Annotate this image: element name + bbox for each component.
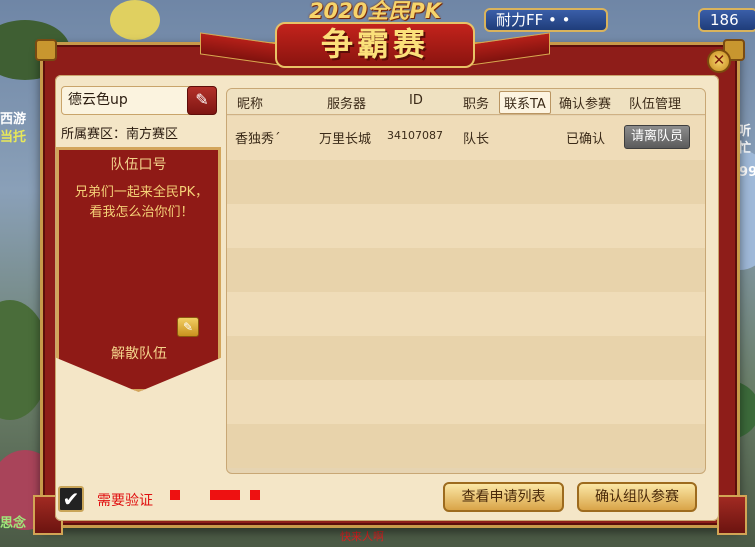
member-confirmed: 已确认 — [566, 132, 606, 147]
side-text-left-2: 当托 — [0, 130, 27, 145]
side-text-left-1: 西游 — [0, 112, 27, 127]
close-button[interactable]: ✕ — [707, 49, 731, 73]
chat-text-bottom-left: 思念 — [0, 516, 27, 531]
hud-number: 186 — [698, 8, 755, 32]
pencil-icon: ✎ — [182, 320, 194, 334]
team-zone: 所属赛区：南方赛区 — [61, 127, 179, 142]
confirm-join-button[interactable]: 确认组队参赛 — [577, 482, 697, 512]
edit-slogan-button[interactable]: ✎ — [177, 317, 199, 337]
table-row-empty — [227, 160, 705, 204]
slogan-text: 兄弟们一起来全民PK，看我怎么治你们！ — [74, 185, 209, 220]
frame-pillar-right — [717, 495, 747, 535]
frame-ornament — [35, 39, 57, 61]
table-row-empty — [227, 336, 705, 380]
header-id: ID — [409, 93, 423, 108]
header-manage: 队伍管理 — [629, 97, 682, 112]
member-server: 万里长城 — [319, 132, 372, 147]
view-applications-button[interactable]: 查看申请列表 — [443, 482, 564, 512]
redaction-mark — [250, 490, 260, 500]
table-header: 昵称 服务器 ID 职务 联系TA 确认参赛 队伍管理 — [227, 89, 705, 115]
table-row[interactable]: 香独秀ˊ 万里长城 34107087 队长 已确认 请离队员 — [227, 116, 705, 160]
verify-checkbox[interactable]: ✔ — [58, 486, 84, 512]
member-nickname: 香独秀ˊ — [235, 132, 281, 147]
verify-label: 需要验证 — [97, 493, 153, 509]
header-role: 职务 — [463, 97, 490, 112]
member-table: 昵称 服务器 ID 职务 联系TA 确认参赛 队伍管理 香独秀ˊ 万里长城 34… — [226, 88, 706, 474]
redaction-mark — [170, 490, 180, 500]
table-row-empty — [227, 424, 705, 468]
banner-title: 争霸赛 — [275, 22, 475, 68]
kick-member-button[interactable]: 请离队员 — [624, 125, 690, 149]
table-row-empty — [227, 204, 705, 248]
scenery-character-top — [110, 0, 160, 40]
header-nickname: 昵称 — [237, 97, 264, 112]
member-id: 34107087 — [387, 129, 443, 142]
header-contact[interactable]: 联系TA — [499, 91, 551, 114]
chat-text-bottom-center: 快来人啊 — [340, 530, 384, 543]
pencil-icon: ✎ — [195, 90, 209, 109]
header-server: 服务器 — [327, 97, 367, 112]
stamina-indicator: 耐力FF • • — [484, 8, 608, 32]
event-banner: 2020全民PK 争霸赛 — [275, 0, 475, 70]
redaction-mark — [210, 490, 240, 500]
table-row-empty — [227, 292, 705, 336]
disband-team-button[interactable]: 解散队伍 — [104, 343, 174, 363]
slogan-title: 队伍口号 — [110, 157, 167, 173]
member-role: 队长 — [463, 132, 490, 147]
edit-team-name-button[interactable]: ✎ — [187, 86, 217, 115]
table-row-empty — [227, 380, 705, 424]
table-row-empty — [227, 248, 705, 292]
header-confirm: 确认参赛 — [559, 97, 612, 112]
